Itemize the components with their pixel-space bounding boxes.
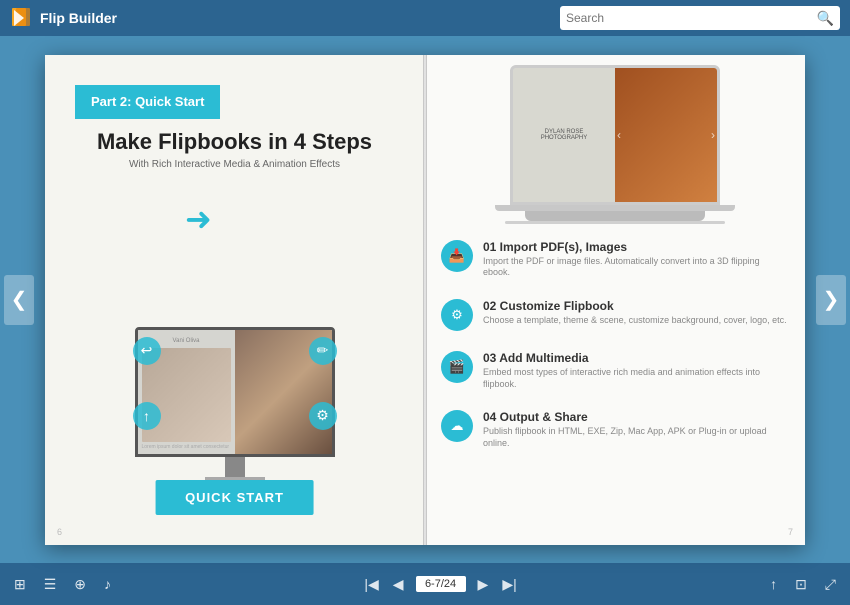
prev-icon: ◀ [393, 576, 404, 593]
overlay-icon-1: ↩ [133, 337, 161, 365]
steps-list: 📥 01 Import PDF(s), Images Import the PD… [441, 240, 789, 470]
zoom-button[interactable]: ⊕ [72, 574, 88, 595]
share-icon: ↑ [770, 576, 777, 592]
right-page: DYLAN ROSEPHOTOGRAPHY ‹ › 📥 [425, 55, 805, 545]
laptop-bottom [525, 211, 705, 221]
arrow-graphic: ➜ [185, 200, 212, 238]
step-4-icon: ☁ [441, 410, 473, 442]
page-number-left: 6 [57, 527, 62, 537]
part-label-bg: Part 2: Quick Start [75, 85, 220, 119]
sound-button[interactable]: ♪ [102, 574, 113, 594]
toolbar: ⊞ ☰ ⊕ ♪ |◀ ◀ 6-7/24 ▶ ▶| ↑ ⊡ [0, 563, 850, 605]
laptop-bottom-bar [505, 221, 725, 224]
bookmark-icon: ⊡ [795, 576, 807, 593]
main-title: Make Flipbooks in 4 Steps [45, 129, 424, 155]
monitor-screen-inner: Vani Oliva Lorem ipsum dolor sit amet co… [138, 330, 332, 454]
book-spine [423, 55, 427, 545]
sound-icon: ♪ [104, 576, 111, 592]
step-1-desc: Import the PDF or image files. Automatic… [483, 256, 789, 279]
grid-icon: ⊞ [14, 576, 26, 593]
bookmark-button[interactable]: ⊡ [793, 574, 809, 595]
step-4-text: 04 Output & Share Publish flipbook in HT… [483, 410, 789, 449]
step-3-title: 03 Add Multimedia [483, 351, 789, 365]
main-subtitle: With Rich Interactive Media & Animation … [45, 159, 424, 170]
step-3-text: 03 Add Multimedia Embed most types of in… [483, 351, 789, 390]
step-4: ☁ 04 Output & Share Publish flipbook in … [441, 410, 789, 449]
step-3-icon: 🎬 [441, 351, 473, 383]
next-page-button[interactable]: ❯ [816, 275, 846, 325]
laptop-frame: DYLAN ROSEPHOTOGRAPHY ‹ › [510, 65, 720, 205]
step-2-text: 02 Customize Flipbook Choose a template,… [483, 299, 789, 327]
step-2-title: 02 Customize Flipbook [483, 299, 789, 313]
last-page-button[interactable]: ▶| [500, 574, 518, 595]
main-area: ❮ Part 2: Quick Start Make Flipbooks in … [0, 36, 850, 563]
laptop-prev-icon: ‹ [617, 128, 621, 142]
step-3-desc: Embed most types of interactive rich med… [483, 367, 789, 390]
logo: Flip Builder [10, 6, 117, 30]
step-1: 📥 01 Import PDF(s), Images Import the PD… [441, 240, 789, 279]
part-label: Part 2: Quick Start [91, 94, 204, 109]
logo-text: Flip Builder [40, 10, 117, 26]
grid-view-button[interactable]: ⊞ [12, 574, 28, 595]
prev-page-toolbar-button[interactable]: ◀ [391, 574, 406, 595]
book-container: Part 2: Quick Start Make Flipbooks in 4 … [45, 55, 805, 545]
toolbar-center: |◀ ◀ 6-7/24 ▶ ▶| [362, 574, 518, 595]
laptop-area: DYLAN ROSEPHOTOGRAPHY ‹ › [435, 65, 795, 235]
right-arrow-icon: ❯ [823, 287, 840, 312]
logo-icon [10, 6, 34, 30]
overlay-icon-2: ✏ [309, 337, 337, 365]
monitor-screen: Vani Oliva Lorem ipsum dolor sit amet co… [135, 327, 335, 457]
overlay-icon-3: ↑ [133, 402, 161, 430]
search-bar[interactable]: 🔍 [560, 6, 840, 30]
page-indicator[interactable]: 6-7/24 [416, 576, 466, 592]
laptop-base [495, 205, 735, 211]
fullscreen-button[interactable]: ⤢ [823, 574, 838, 595]
left-page: Part 2: Quick Start Make Flipbooks in 4 … [45, 55, 425, 545]
overlay-icon-4: ⚙ [309, 402, 337, 430]
toolbar-right: ↑ ⊡ ⤢ [768, 574, 838, 595]
search-icon: 🔍 [817, 10, 834, 27]
monitor-stand [225, 457, 245, 477]
prev-page-button[interactable]: ❮ [4, 275, 34, 325]
header: Flip Builder 🔍 [0, 0, 850, 36]
fullscreen-icon: ⤢ [825, 576, 836, 593]
list-view-button[interactable]: ☰ [42, 574, 59, 595]
monitor-illustration: ↩ ✏ ↑ ⚙ Vani Oliva Lorem ipsum dolor sit… [125, 327, 345, 485]
step-1-text: 01 Import PDF(s), Images Import the PDF … [483, 240, 789, 279]
step-3: 🎬 03 Add Multimedia Embed most types of … [441, 351, 789, 390]
first-icon: |◀ [364, 576, 378, 593]
zoom-icon: ⊕ [74, 576, 86, 593]
toolbar-left: ⊞ ☰ ⊕ ♪ [12, 574, 113, 595]
next-icon: ▶ [478, 576, 489, 593]
left-arrow-icon: ❮ [11, 287, 28, 312]
laptop-screen: DYLAN ROSEPHOTOGRAPHY ‹ › [513, 68, 717, 202]
step-2-desc: Choose a template, theme & scene, custom… [483, 315, 789, 327]
laptop-left-page: DYLAN ROSEPHOTOGRAPHY [513, 68, 615, 202]
laptop-right-page: ‹ › [615, 68, 717, 202]
step-1-icon: 📥 [441, 240, 473, 272]
quick-start-button[interactable]: QUICK START [155, 480, 314, 515]
step-2: ⚙ 02 Customize Flipbook Choose a templat… [441, 299, 789, 331]
laptop-next-icon: › [711, 128, 715, 142]
search-input[interactable] [566, 11, 817, 25]
step-2-icon: ⚙ [441, 299, 473, 331]
next-page-toolbar-button[interactable]: ▶ [476, 574, 491, 595]
page-number-right: 7 [788, 527, 793, 537]
share-button[interactable]: ↑ [768, 574, 779, 594]
step-4-desc: Publish flipbook in HTML, EXE, Zip, Mac … [483, 426, 789, 449]
last-icon: ▶| [502, 576, 516, 593]
list-icon: ☰ [44, 576, 57, 593]
first-page-button[interactable]: |◀ [362, 574, 380, 595]
step-1-title: 01 Import PDF(s), Images [483, 240, 789, 254]
step-4-title: 04 Output & Share [483, 410, 789, 424]
